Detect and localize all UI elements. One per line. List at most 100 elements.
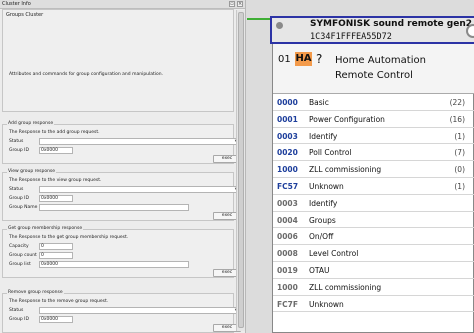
profile-badge: HA bbox=[295, 52, 312, 66]
cluster-info-dock: Cluster Info ▫ × Groups Cluster Attribut… bbox=[0, 0, 246, 333]
node-link-circle-icon[interactable] bbox=[466, 24, 474, 38]
node-body: 01 HA ? Home Automation Remote Control 0… bbox=[272, 44, 474, 333]
field-label-capacity: Capacity bbox=[9, 244, 29, 249]
cluster-name: OTAU bbox=[309, 265, 330, 275]
node-header[interactable]: SYMFONISK sound remote gen2 1C34F1FFFEA5… bbox=[270, 16, 474, 44]
cluster-name: Identify bbox=[309, 198, 338, 208]
cluster-row[interactable]: 1000 ZLL commissioning bbox=[273, 279, 474, 296]
cluster-id: 1000 bbox=[277, 282, 298, 292]
cluster-title: Groups Cluster bbox=[6, 12, 44, 18]
node-name: SYMFONISK sound remote gen2 bbox=[310, 19, 473, 29]
field-label-group-name: Group Name bbox=[9, 205, 38, 210]
status-select[interactable]: ▾ bbox=[39, 307, 239, 314]
field-label-status: Status bbox=[9, 187, 24, 192]
device-type-unknown: ? bbox=[316, 52, 323, 66]
cluster-attribute-count: (16) bbox=[449, 114, 465, 124]
cluster-description-box: Groups Cluster Attributes and commands f… bbox=[2, 9, 234, 112]
group-name-input[interactable] bbox=[39, 204, 189, 211]
field-label-group-id: Group ID bbox=[9, 317, 29, 322]
group-id-input[interactable]: 0x0000 bbox=[39, 195, 73, 202]
cluster-id: 0003 bbox=[277, 198, 298, 208]
scrollbar-thumb[interactable] bbox=[238, 12, 244, 328]
group-title: Get group membership response bbox=[7, 226, 84, 231]
cluster-attribute-count: (7) bbox=[454, 148, 465, 158]
cluster-row[interactable]: 0006 On/Off bbox=[273, 228, 474, 246]
cluster-list: 0000 Basic (22) 0001 Power Configuration (16)… bbox=[273, 94, 474, 313]
add-group-response-box: Add group response The Response to the a… bbox=[2, 121, 241, 164]
node-status-dot bbox=[276, 22, 283, 29]
cluster-name: Groups bbox=[309, 215, 336, 225]
group-id-input[interactable]: 0x0000 bbox=[39, 147, 73, 154]
node-connector-line bbox=[247, 18, 271, 20]
capacity-input[interactable]: 0 bbox=[39, 243, 73, 250]
float-icon[interactable]: ▫ bbox=[229, 1, 235, 7]
cluster-id: 0001 bbox=[277, 114, 298, 124]
cluster-row[interactable]: 0003 Identify (1) bbox=[273, 128, 474, 145]
remove-group-response-box: Remove group response The Response to th… bbox=[2, 290, 241, 333]
cluster-name: Unknown bbox=[309, 181, 344, 191]
cluster-id: FC7F bbox=[277, 299, 298, 309]
group-count-input[interactable]: 0 bbox=[39, 252, 73, 259]
cluster-row[interactable]: 0004 Groups bbox=[273, 212, 474, 229]
group-description: The Response to the view group request. bbox=[9, 178, 102, 183]
cluster-row[interactable]: 0001 Power Configuration (16) bbox=[273, 111, 474, 128]
group-list-input[interactable]: 0x0000 bbox=[39, 261, 189, 268]
profile-name-line1: Home Automation bbox=[335, 55, 426, 66]
endpoint-number: 01 bbox=[278, 54, 291, 65]
profile-name: Home Automation Remote Control bbox=[335, 53, 426, 83]
node-ext-address: 1C34F1FFFEA55D72 bbox=[310, 32, 392, 42]
cluster-row[interactable]: 0008 Level Control bbox=[273, 245, 474, 262]
group-description: The Response to the add group request. bbox=[9, 130, 100, 135]
cluster-name: ZLL commissioning bbox=[309, 165, 382, 175]
cluster-id: 0003 bbox=[277, 131, 298, 141]
cluster-name: Basic bbox=[309, 98, 329, 107]
cluster-row[interactable]: 0019 OTAU bbox=[273, 262, 474, 279]
dock-title: Cluster Info bbox=[2, 1, 31, 7]
cluster-row[interactable]: FC7F Unknown bbox=[273, 296, 474, 313]
field-label-group-id: Group ID bbox=[9, 148, 29, 153]
cluster-attribute-count: (22) bbox=[449, 98, 465, 107]
cluster-row[interactable]: 0003 Identify bbox=[273, 195, 474, 212]
group-description: The Response to the remove group request… bbox=[9, 299, 109, 304]
profile-name-line2: Remote Control bbox=[335, 70, 413, 81]
dock-scrollbar[interactable] bbox=[236, 10, 245, 331]
cluster-attribute-count: (1) bbox=[454, 181, 465, 191]
close-icon[interactable]: × bbox=[237, 1, 243, 7]
cluster-attribute-count: (0) bbox=[454, 165, 465, 175]
cluster-id: 1000 bbox=[277, 165, 298, 175]
group-title: View group response bbox=[7, 169, 57, 174]
endpoint-header[interactable]: 01 HA ? Home Automation Remote Control bbox=[273, 44, 474, 94]
cluster-name: Unknown bbox=[309, 299, 344, 309]
field-label-group-count: Group count bbox=[9, 253, 37, 258]
field-label-group-id: Group ID bbox=[9, 196, 29, 201]
device-node[interactable]: SYMFONISK sound remote gen2 1C34F1FFFEA5… bbox=[270, 16, 474, 333]
app-window: Cluster Info ▫ × Groups Cluster Attribut… bbox=[0, 0, 474, 333]
dock-title-bar[interactable]: Cluster Info ▫ × bbox=[0, 0, 245, 9]
cluster-name: Level Control bbox=[309, 249, 359, 259]
cluster-id: 0006 bbox=[277, 232, 298, 242]
status-select[interactable]: ▾ bbox=[39, 186, 239, 193]
cluster-id: 0019 bbox=[277, 265, 298, 275]
cluster-id: 0020 bbox=[277, 148, 298, 158]
view-group-response-box: View group response The Response to the … bbox=[2, 169, 241, 221]
field-label-group-list: Group list bbox=[9, 262, 31, 267]
cluster-row[interactable]: 0020 Poll Control (7) bbox=[273, 144, 474, 162]
cluster-name: On/Off bbox=[309, 232, 334, 242]
cluster-description: Attributes and commands for group config… bbox=[9, 72, 164, 77]
group-description: The Response to the get group membership… bbox=[9, 235, 129, 240]
group-title: Remove group response bbox=[7, 290, 64, 295]
cluster-name: Power Configuration bbox=[309, 114, 385, 124]
group-title: Add group response bbox=[7, 121, 55, 126]
cluster-id: 0004 bbox=[277, 215, 298, 225]
status-select[interactable]: ▾ bbox=[39, 138, 239, 145]
cluster-attribute-count: (1) bbox=[454, 131, 465, 141]
cluster-row[interactable]: 0000 Basic (22) bbox=[273, 94, 474, 111]
cluster-name: ZLL commissioning bbox=[309, 282, 382, 292]
field-label-status: Status bbox=[9, 308, 24, 313]
group-id-input[interactable]: 0x0000 bbox=[39, 316, 73, 323]
cluster-row[interactable]: 1000 ZLL commissioning (0) bbox=[273, 161, 474, 178]
cluster-name: Poll Control bbox=[309, 148, 352, 158]
cluster-row[interactable]: FC57 Unknown (1) bbox=[273, 178, 474, 195]
get-group-membership-response-box: Get group membership response The Respon… bbox=[2, 226, 241, 278]
cluster-id: FC57 bbox=[277, 181, 299, 191]
